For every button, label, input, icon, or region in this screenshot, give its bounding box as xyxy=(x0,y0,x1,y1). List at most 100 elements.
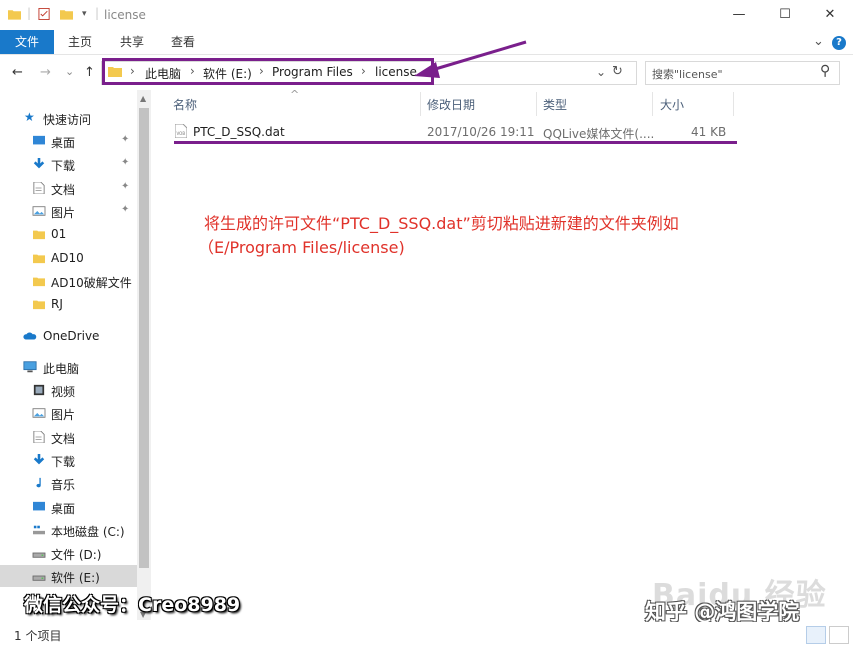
search-input[interactable]: 搜索"license" xyxy=(652,66,723,82)
wechat-watermark: 微信公众号：Creo8989 xyxy=(24,594,241,616)
column-header-modified[interactable]: 修改日期 xyxy=(427,96,475,113)
sidebar-item[interactable]: 视频 xyxy=(0,379,137,401)
column-divider[interactable] xyxy=(733,92,734,116)
sidebar-item[interactable]: 下载 ✦ xyxy=(0,153,137,175)
folder-icon xyxy=(33,300,45,310)
pin-icon[interactable]: ✦ xyxy=(121,181,129,192)
tab-file[interactable]: 文件 xyxy=(0,30,54,54)
sidebar-item-label: 音乐 xyxy=(51,478,76,493)
new-folder-icon[interactable] xyxy=(60,8,73,20)
sidebar-item-label: AD10 xyxy=(51,250,84,265)
sidebar-item[interactable]: 01 xyxy=(0,223,137,245)
column-header-name[interactable]: 名称 xyxy=(173,96,197,113)
column-divider[interactable] xyxy=(652,92,653,116)
file-underline-highlight xyxy=(174,141,737,144)
video-icon xyxy=(33,384,45,396)
document-icon xyxy=(33,181,45,194)
music-icon xyxy=(36,478,41,488)
maximize-button[interactable]: ☐ xyxy=(762,0,808,30)
sidebar-item[interactable]: 文档 ✦ xyxy=(0,177,137,199)
search-icon[interactable]: ⚲ xyxy=(820,63,830,79)
file-icon: VOB xyxy=(175,124,187,138)
up-button[interactable]: ↑ xyxy=(84,65,95,80)
folder-icon xyxy=(33,277,45,286)
pin-icon[interactable]: ✦ xyxy=(121,157,129,168)
sidebar-item-label: 下载 xyxy=(51,159,76,174)
sidebar-item[interactable]: AD10 xyxy=(0,247,137,269)
status-bar xyxy=(0,622,853,646)
desktop-icon xyxy=(33,501,45,510)
sidebar-item-onedrive[interactable]: OneDrive xyxy=(0,325,137,347)
sidebar-item-label: 桌面 xyxy=(51,501,76,516)
sidebar-item[interactable]: 本地磁盘 (C:) xyxy=(0,519,137,541)
column-divider[interactable] xyxy=(536,92,537,116)
address-highlight-box xyxy=(102,58,434,85)
sidebar-item-quick-access[interactable]: ★ 快速访问 xyxy=(0,107,137,129)
sidebar-item-label: 桌面 xyxy=(51,136,76,150)
sidebar-item-label: AD10破解文件 xyxy=(51,275,132,290)
large-icons-view-button[interactable] xyxy=(829,626,849,644)
recent-locations-button[interactable]: ⌄ xyxy=(65,65,74,78)
annotation-text: 将生成的许可文件“PTC_D_SSQ.dat”剪切粘贴进新建的文件夹例如 （E/… xyxy=(198,212,764,260)
pin-icon[interactable]: ✦ xyxy=(121,204,129,215)
sidebar-item-label: OneDrive xyxy=(43,329,100,343)
forward-button[interactable]: → xyxy=(40,65,51,80)
sidebar-item-label: 此电脑 xyxy=(43,362,80,376)
sidebar-item-label: 文档 xyxy=(51,431,76,446)
tab-view[interactable]: 查看 xyxy=(171,30,195,54)
folder-icon xyxy=(33,254,45,263)
sidebar-item[interactable]: 下载 xyxy=(0,449,137,471)
qat-dropdown-icon[interactable]: ▾ xyxy=(82,9,87,19)
file-name[interactable]: PTC_D_SSQ.dat xyxy=(193,125,285,139)
sidebar-item[interactable]: 图片 ✦ xyxy=(0,200,137,222)
back-button[interactable]: ← xyxy=(12,65,23,80)
sort-arrow-icon: ^ xyxy=(290,88,300,101)
drive-icon xyxy=(32,552,46,558)
column-header-type[interactable]: 类型 xyxy=(543,96,567,113)
download-icon xyxy=(33,158,45,169)
column-divider[interactable] xyxy=(420,92,421,116)
qat-divider: | xyxy=(27,6,32,20)
ribbon-expand-icon[interactable]: ⌄ xyxy=(813,34,824,49)
sidebar-item-label: 文档 xyxy=(51,182,76,197)
sidebar-item-label: 图片 xyxy=(51,205,76,220)
sidebar-item[interactable]: 软件 (E:) xyxy=(0,565,137,588)
pin-icon[interactable]: ✦ xyxy=(121,134,129,145)
document-icon xyxy=(33,430,45,443)
sidebar-item[interactable]: 音乐 xyxy=(0,472,137,494)
properties-icon[interactable] xyxy=(38,8,51,20)
sidebar-item[interactable]: 文件 (D:) xyxy=(0,542,137,564)
details-view-button[interactable] xyxy=(806,626,826,644)
sidebar-item[interactable]: 桌面 ✦ xyxy=(0,130,137,152)
sidebar-item[interactable]: RJ xyxy=(0,293,137,315)
windows-drive-icon xyxy=(33,525,45,535)
refresh-button[interactable]: ↻ xyxy=(612,64,623,79)
sidebar-item[interactable]: AD10破解文件 xyxy=(0,270,137,292)
annotation-arrow-icon xyxy=(414,40,527,78)
sidebar-item[interactable]: 图片 xyxy=(0,402,137,424)
help-icon[interactable]: ? xyxy=(832,36,846,50)
star-icon: ★ xyxy=(24,110,35,124)
svg-text:VOB: VOB xyxy=(177,131,186,136)
desktop-icon xyxy=(33,135,45,145)
sidebar-item-this-pc[interactable]: 此电脑 xyxy=(0,356,137,378)
sidebar-item-label: 下载 xyxy=(51,454,76,469)
scrollbar-thumb[interactable] xyxy=(139,108,149,568)
file-type: QQLive媒体文件(.... xyxy=(543,127,655,141)
picture-icon xyxy=(32,206,46,216)
sidebar-item-label: 文件 (D:) xyxy=(51,548,102,563)
picture-icon xyxy=(32,408,46,419)
file-modified: 2017/10/26 19:11 xyxy=(427,125,535,139)
close-button[interactable]: ✕ xyxy=(807,0,853,30)
column-header-size[interactable]: 大小 xyxy=(660,96,684,113)
sidebar-item[interactable]: 文档 xyxy=(0,426,137,448)
address-dropdown-icon[interactable]: ⌄ xyxy=(596,65,606,79)
folder-icon xyxy=(33,230,45,240)
scroll-up-icon[interactable]: ▲ xyxy=(140,94,146,103)
tab-share[interactable]: 共享 xyxy=(120,30,144,54)
sidebar-item[interactable]: 桌面 xyxy=(0,496,137,518)
sidebar-item-label: 图片 xyxy=(51,408,76,423)
sidebar-item-label: 快速访问 xyxy=(43,113,92,127)
minimize-button[interactable]: — xyxy=(716,0,762,30)
tab-home[interactable]: 主页 xyxy=(68,30,92,54)
